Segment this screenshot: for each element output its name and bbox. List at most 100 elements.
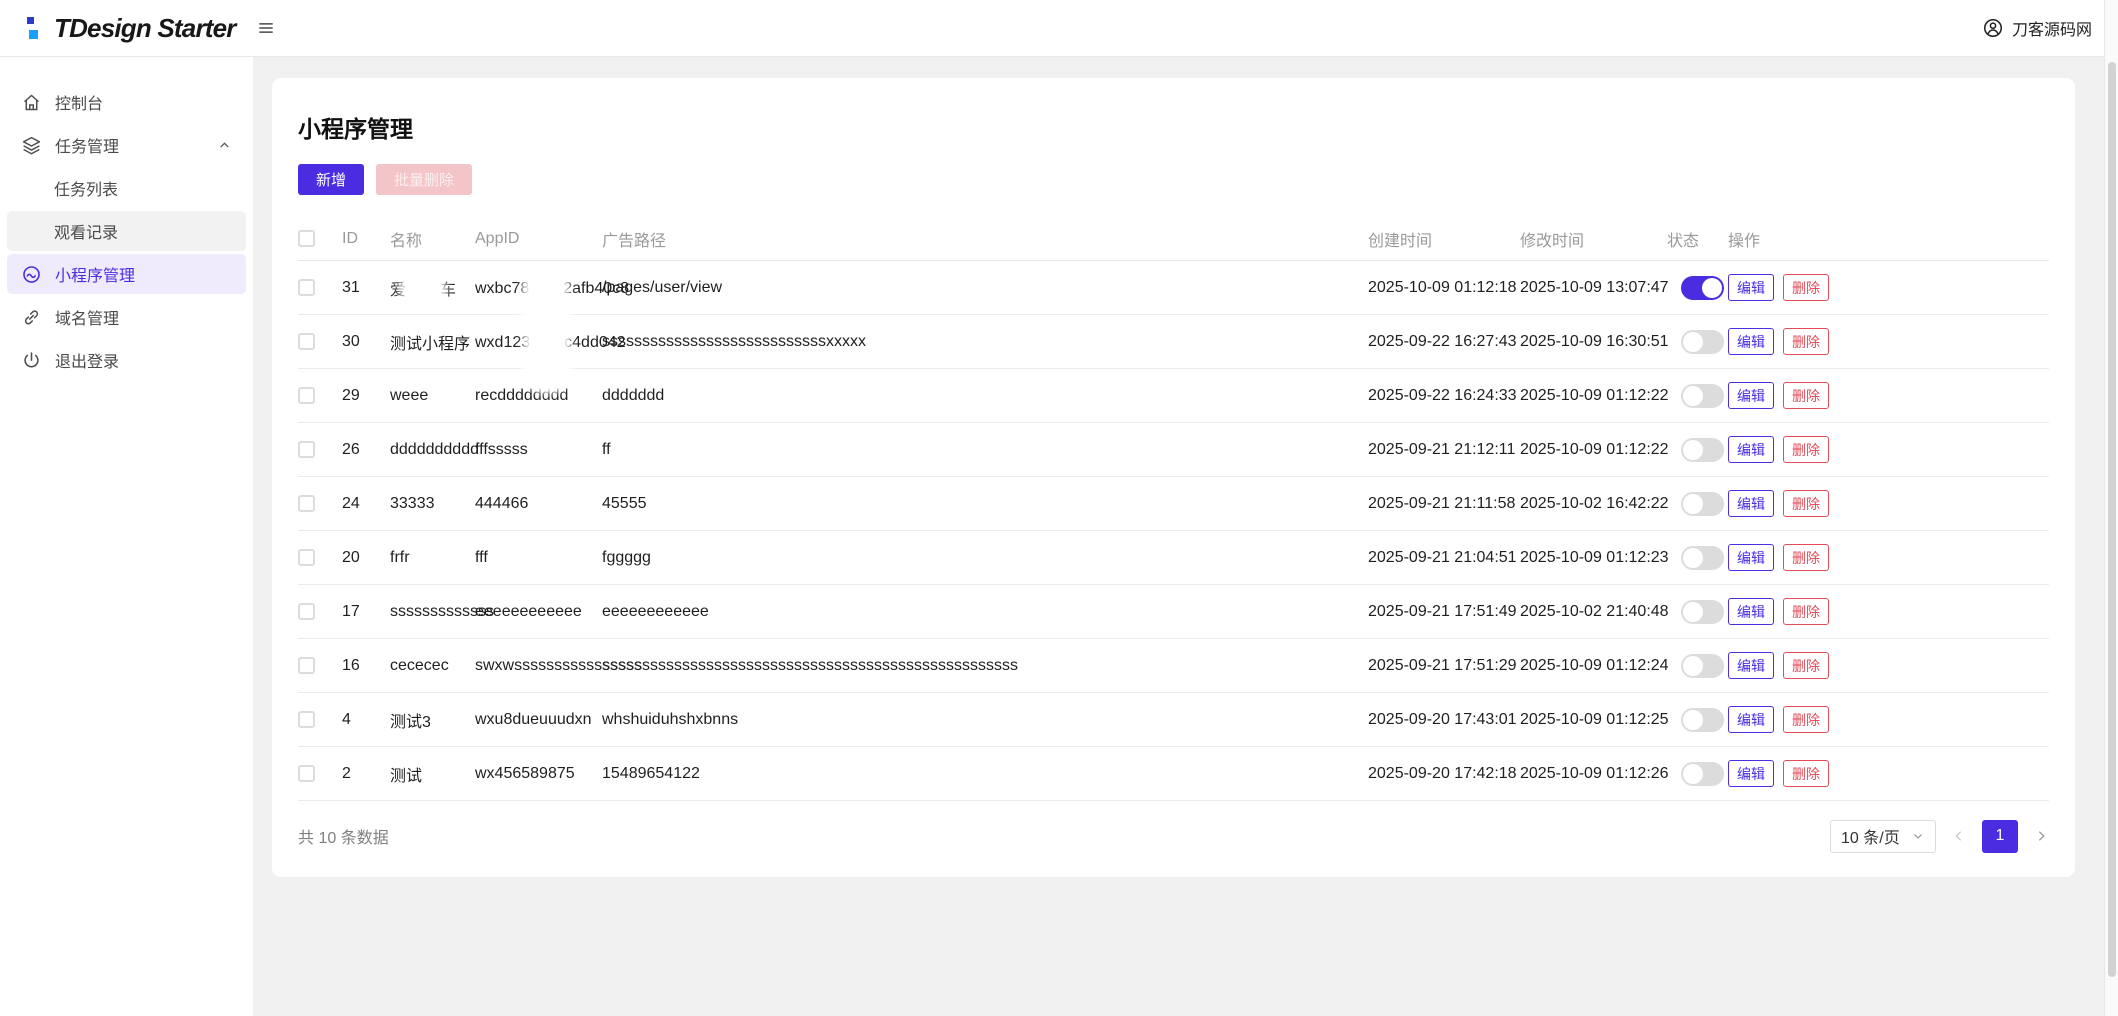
- edit-button[interactable]: 编辑: [1728, 760, 1774, 787]
- chevron-down-icon: [1911, 829, 1925, 843]
- censored-blur: [527, 331, 568, 388]
- edit-button[interactable]: 编辑: [1728, 490, 1774, 517]
- batch-delete-button[interactable]: 批量删除: [376, 164, 473, 195]
- add-button[interactable]: 新增: [298, 164, 365, 195]
- col-path: 广告路径: [602, 232, 667, 250]
- row-checkbox[interactable]: [298, 495, 315, 512]
- col-appid: AppID: [475, 229, 520, 247]
- sidebar-item-label: 观看记录: [54, 225, 119, 242]
- sidebar-item-3[interactable]: 观看记录: [7, 211, 246, 251]
- status-toggle[interactable]: [1681, 599, 1724, 624]
- edit-button[interactable]: 编辑: [1728, 706, 1774, 733]
- sidebar-item-label: 任务管理: [55, 139, 120, 156]
- logo: TDesign Starter: [24, 13, 236, 44]
- delete-button[interactable]: 删除: [1783, 544, 1829, 571]
- cell-created: 2025-09-20 17:43:01: [1368, 710, 1517, 728]
- cell-appid: fffsssss: [475, 440, 528, 458]
- table-footer: 共 10 条数据 10 条/页 1: [298, 801, 2049, 865]
- row-checkbox[interactable]: [298, 279, 315, 296]
- sidebar-item-2[interactable]: 任务列表: [7, 168, 246, 208]
- cell-name: 33333: [390, 494, 435, 512]
- edit-button[interactable]: 编辑: [1728, 544, 1774, 571]
- edit-button[interactable]: 编辑: [1728, 436, 1774, 463]
- cell-id: 2: [342, 764, 351, 782]
- status-toggle[interactable]: [1681, 329, 1724, 354]
- sidebar-item-6[interactable]: 退出登录: [7, 340, 246, 380]
- cell-id: 26: [342, 440, 360, 458]
- cell-appid: recdddddddd: [475, 386, 569, 404]
- link-icon: [21, 307, 42, 328]
- next-page-button[interactable]: [2033, 828, 2049, 844]
- sidebar-item-label: 控制台: [55, 96, 104, 113]
- delete-button[interactable]: 删除: [1783, 274, 1829, 301]
- row-checkbox[interactable]: [298, 441, 315, 458]
- status-toggle[interactable]: [1681, 761, 1724, 786]
- select-all-checkbox[interactable]: [298, 230, 315, 247]
- status-toggle[interactable]: [1681, 707, 1724, 732]
- sidebar-item-4[interactable]: 小程序管理: [7, 254, 246, 294]
- page-size-select[interactable]: 10 条/页: [1830, 819, 1936, 853]
- sidebar-item-label: 退出登录: [55, 354, 120, 371]
- status-toggle[interactable]: [1681, 545, 1724, 570]
- col-actions: 操作: [1728, 232, 1761, 250]
- row-checkbox[interactable]: [298, 657, 315, 674]
- edit-button[interactable]: 编辑: [1728, 274, 1774, 301]
- delete-button[interactable]: 删除: [1783, 436, 1829, 463]
- cell-name: 测试3: [390, 713, 431, 731]
- delete-button[interactable]: 删除: [1783, 598, 1829, 625]
- cell-id: 17: [342, 602, 360, 620]
- sidebar-item-label: 域名管理: [55, 311, 120, 328]
- cell-id: 30: [342, 332, 360, 350]
- sidebar-item-label: 小程序管理: [55, 268, 136, 285]
- table-row: 24 33333 444466 45555 2025-09-21 21:11:5…: [298, 477, 2049, 531]
- cell-appid: swxwssssssssssssssss: [475, 656, 643, 674]
- cell-path: whshuiduhshxbnns: [602, 710, 739, 728]
- cell-modified: 2025-10-02 21:40:48: [1520, 602, 1669, 620]
- status-toggle[interactable]: [1681, 653, 1724, 678]
- status-toggle[interactable]: [1681, 383, 1724, 408]
- prev-page-button[interactable]: [1951, 828, 1967, 844]
- table-row: 26 dddddddddd fffsssss ff 2025-09-21 21:…: [298, 423, 2049, 477]
- row-checkbox[interactable]: [298, 387, 315, 404]
- col-modified: 修改时间: [1520, 232, 1585, 250]
- edit-button[interactable]: 编辑: [1728, 598, 1774, 625]
- sidebar: 控制台任务管理任务列表观看记录小程序管理域名管理退出登录: [0, 57, 253, 1016]
- sidebar-item-0[interactable]: 控制台: [7, 82, 246, 122]
- col-created: 创建时间: [1368, 232, 1433, 250]
- cell-appid: wxd123 c4dd042: [475, 331, 626, 388]
- scrollbar-thumb[interactable]: [2108, 62, 2116, 977]
- status-toggle[interactable]: [1681, 437, 1724, 462]
- row-checkbox[interactable]: [298, 603, 315, 620]
- user-menu[interactable]: 刀客源码网: [1982, 16, 2092, 40]
- edit-button[interactable]: 编辑: [1728, 328, 1774, 355]
- edit-button[interactable]: 编辑: [1728, 652, 1774, 679]
- cell-created: 2025-09-21 21:12:11: [1368, 440, 1516, 458]
- status-toggle[interactable]: [1681, 275, 1724, 300]
- page-number-button[interactable]: 1: [1982, 819, 2018, 853]
- delete-button[interactable]: 删除: [1783, 706, 1829, 733]
- row-checkbox[interactable]: [298, 333, 315, 350]
- table-row: 17 sssssssssssss eeeeeeeeeeee eeeeeeeeee…: [298, 585, 2049, 639]
- delete-button[interactable]: 删除: [1783, 652, 1829, 679]
- power-icon: [21, 350, 42, 371]
- status-toggle[interactable]: [1681, 491, 1724, 516]
- cell-created: 2025-09-21 21:04:51: [1368, 548, 1517, 566]
- sidebar-item-5[interactable]: 域名管理: [7, 297, 246, 337]
- cell-appid: wxbc78 2afb40c8: [475, 277, 629, 334]
- cell-id: 24: [342, 494, 360, 512]
- delete-button[interactable]: 删除: [1783, 490, 1829, 517]
- edit-button[interactable]: 编辑: [1728, 382, 1774, 409]
- cell-path: ssssssssssssssssssssssssssssxxxxx: [602, 332, 866, 350]
- cell-name: weee: [390, 386, 429, 404]
- row-checkbox[interactable]: [298, 765, 315, 782]
- row-checkbox[interactable]: [298, 549, 315, 566]
- delete-button[interactable]: 删除: [1783, 382, 1829, 409]
- sidebar-item-1[interactable]: 任务管理: [7, 125, 246, 165]
- row-checkbox[interactable]: [298, 711, 315, 728]
- delete-button[interactable]: 删除: [1783, 328, 1829, 355]
- scrollbar[interactable]: [2104, 0, 2118, 1016]
- censored-blur: [406, 278, 441, 299]
- app-header: TDesign Starter 刀客源码网: [0, 0, 2118, 57]
- delete-button[interactable]: 删除: [1783, 760, 1829, 787]
- menu-collapse-icon[interactable]: [256, 18, 276, 38]
